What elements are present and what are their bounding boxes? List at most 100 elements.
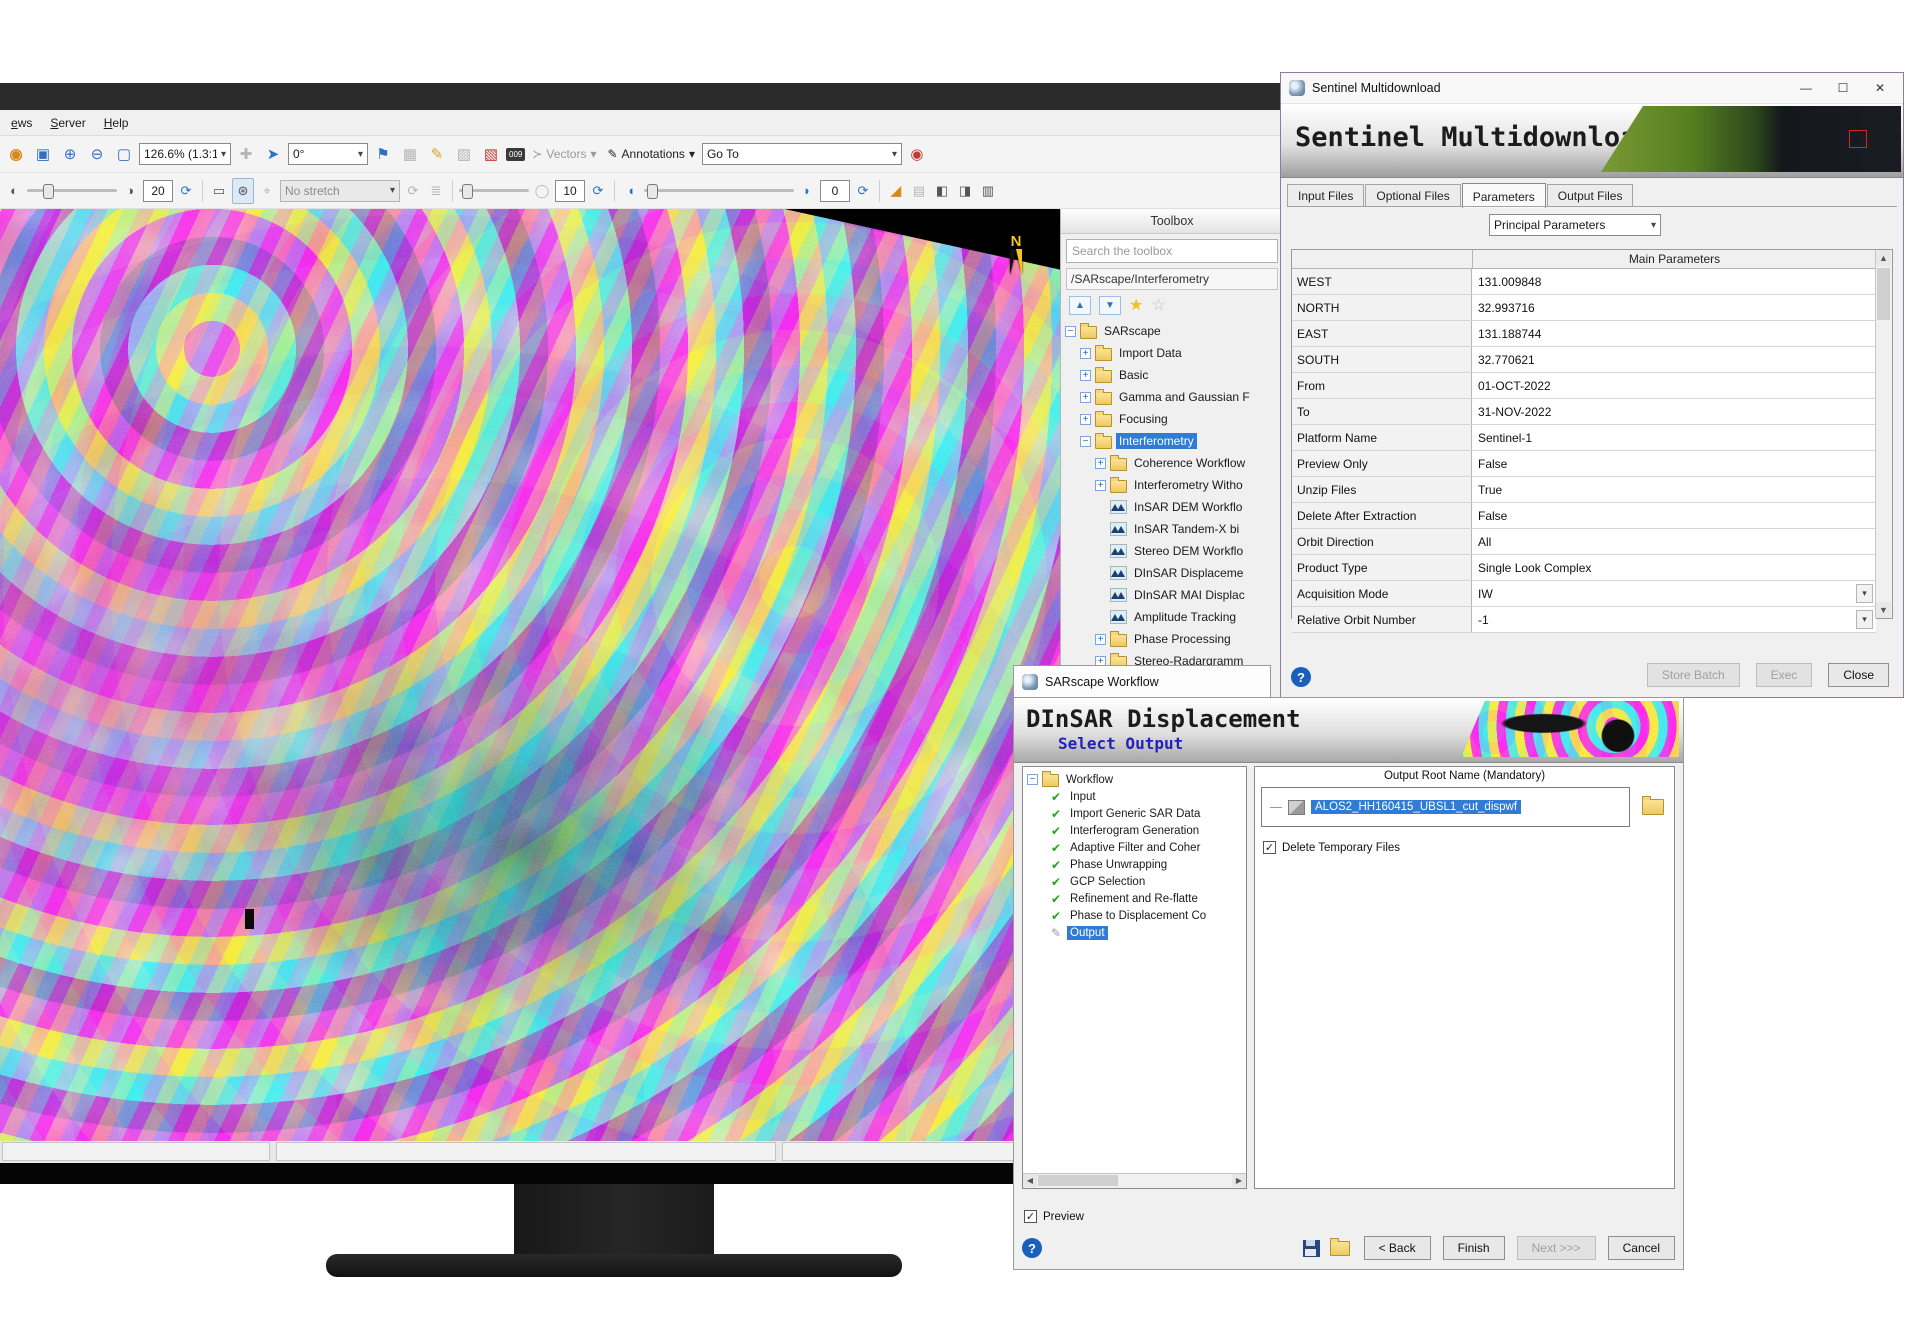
dialog-button[interactable]: Cancel [1608,1236,1675,1260]
transparency-input[interactable]: 0 [820,180,850,202]
brightness-reset-icon[interactable]: ⟳ [176,179,196,203]
toolbox-tree-item[interactable]: + Focusing [1061,408,1283,430]
parameter-value-cell[interactable]: All [1472,529,1876,554]
steps-horizontal-scrollbar[interactable]: ◀ ▶ [1023,1173,1246,1188]
transparency-reset-icon[interactable]: ⟳ [853,179,873,203]
toolbox-tree-item[interactable]: + Phase Processing [1061,628,1283,650]
table-scrollbar[interactable]: ▲ ▼ [1875,250,1892,618]
collapse-all-button[interactable]: ▲ [1069,296,1091,315]
workflow-step-item[interactable]: ✔ Interferogram Generation [1027,822,1246,839]
unfavorite-star-icon[interactable]: ☆ [1151,298,1165,314]
parameter-value-cell[interactable]: Sentinel-1 [1472,425,1876,450]
transparency-slider[interactable] [644,189,794,192]
scrollbar-thumb[interactable] [1038,1175,1118,1186]
tree-expander-icon[interactable]: + [1080,414,1091,425]
sharpen-slider[interactable] [459,189,529,192]
parameter-value-cell[interactable]: 31-NOV-2022 [1472,399,1876,424]
toolbox-tree-item[interactable]: − Interferometry [1061,430,1283,452]
tree-expander-icon[interactable]: − [1080,436,1091,447]
tree-expander-icon[interactable]: − [1065,326,1076,337]
fly-icon[interactable]: ➤ [261,142,285,166]
preview-row[interactable]: ✓ Preview [1024,1210,1084,1223]
tree-expander-icon[interactable]: − [1027,774,1038,785]
toolbox-path[interactable]: /SARscape/Interferometry [1066,268,1278,290]
stretch-region-icon[interactable]: ▭ [209,179,229,203]
workflow-step-item[interactable]: ✔ Phase Unwrapping [1027,856,1246,873]
toolbox-search-input[interactable]: Search the toolbox [1066,239,1278,263]
rotation-combo[interactable]: 0° ▾ [288,143,368,165]
toolbox-tree-item[interactable]: + Interferometry Witho [1061,474,1283,496]
toolbox-tree-item[interactable]: Amplitude Tracking [1061,606,1283,628]
zoom-out-icon[interactable]: ⊖ [85,142,109,166]
tree-expander-icon[interactable]: + [1095,634,1106,645]
favorite-star-icon[interactable]: ★ [1129,298,1143,314]
parameter-value-cell[interactable]: 32.770621 [1472,347,1876,372]
parameter-value-cell[interactable]: True [1472,477,1876,502]
workflow-step-item[interactable]: ✔ Phase to Displacement Co [1027,907,1246,924]
parameter-value-cell[interactable]: IW ▾ [1472,581,1876,606]
tab[interactable]: Optional Files [1365,184,1460,207]
toolbox-tree-item[interactable]: + Coherence Workflow [1061,452,1283,474]
menu-item[interactable]: Server [41,113,94,133]
tree-expander-icon[interactable]: + [1095,458,1106,469]
toolbox-tree-item[interactable]: InSAR DEM Workflo [1061,496,1283,518]
sharpen-input[interactable]: 10 [555,180,585,202]
layout-grid-icon[interactable]: ▥ [978,179,998,203]
color-ramp-icon[interactable]: ◢ [886,179,906,203]
workflow-step-item[interactable]: ✔ Import Generic SAR Data [1027,805,1246,822]
expand-all-button[interactable]: ▼ [1099,296,1121,315]
measure-icon[interactable]: ✎ [425,142,449,166]
dropdown-arrow-icon[interactable]: ▾ [1856,610,1873,629]
menu-item[interactable]: Help [95,113,138,133]
annotations-dropdown[interactable]: ✎ Annotations ▾ [603,147,698,161]
image-display-area[interactable]: N [0,209,1060,1141]
tab[interactable]: Input Files [1287,184,1364,207]
toolbox-tree-item[interactable]: DInSAR Displaceme [1061,562,1283,584]
toolbox-tree-item[interactable]: + Basic [1061,364,1283,386]
dropdown-arrow-icon[interactable]: ▾ [1856,584,1873,603]
tree-expander-icon[interactable]: + [1080,370,1091,381]
sentinel-titlebar[interactable]: Sentinel Multidownload — ☐ ✕ [1281,73,1903,104]
tree-expander-icon[interactable]: + [1080,392,1091,403]
vectors-dropdown[interactable]: ≻ Vectors ▾ [528,147,600,161]
toolbox-tree-item[interactable]: DInSAR MAI Displac [1061,584,1283,606]
workflow-step-item[interactable]: ✔ Adaptive Filter and Coher [1027,839,1246,856]
image-icon[interactable]: ▤ [909,179,929,203]
dialog-button[interactable]: Finish [1443,1236,1505,1260]
toolbox-tree-item[interactable]: + Gamma and Gaussian F [1061,386,1283,408]
parameter-value-cell[interactable]: False [1472,451,1876,476]
parameter-value-cell[interactable]: 131.009848 [1472,269,1876,294]
minimize-button[interactable]: — [1791,81,1821,95]
stretch-reset-icon[interactable]: ⟳ [403,179,423,203]
zoom-level-combo[interactable]: 126.6% (1.3:1) ▾ [139,143,231,165]
brightness-slider[interactable] [27,189,117,192]
zoom-select-icon[interactable]: ▢ [112,142,136,166]
parameter-value-cell[interactable]: 01-OCT-2022 [1472,373,1876,398]
coordinate-badge-icon[interactable]: 009 [506,148,525,161]
tab[interactable]: Parameters [1462,183,1546,208]
scroll-down-icon[interactable]: ▼ [1876,602,1891,618]
scroll-up-icon[interactable]: ▲ [1876,250,1891,266]
scrollbar-thumb[interactable] [1877,268,1890,320]
tree-expander-icon[interactable]: + [1095,480,1106,491]
parameter-value-cell[interactable]: Single Look Complex [1472,555,1876,580]
crosshair-icon[interactable]: ⌖ [257,179,277,203]
grid-icon[interactable]: ▨ [452,142,476,166]
layout-single-icon[interactable]: ◧ [932,179,952,203]
stretch-combo[interactable]: No stretch ▾ [280,180,400,202]
layout-split-icon[interactable]: ◨ [955,179,975,203]
workflow-step-item[interactable]: ✔ Input [1027,788,1246,805]
scroll-right-icon[interactable]: ▶ [1232,1174,1246,1187]
workflow-step-item[interactable]: ✔ GCP Selection [1027,873,1246,890]
workflow-step-item[interactable]: ✔ Refinement and Re-flatte [1027,890,1246,907]
workflow-step-item[interactable]: ✎ Output [1027,924,1246,941]
scroll-left-icon[interactable]: ◀ [1023,1174,1037,1187]
goto-combo[interactable]: Go To ▾ [702,143,902,165]
zoom-in-icon[interactable]: ⊕ [58,142,82,166]
toolbox-tree-item[interactable]: − SARscape [1061,320,1283,342]
app-icon[interactable]: ◉ [4,142,28,166]
output-root-name-input[interactable]: ALOS2_HH160415_UBSL1_cut_dispwf [1311,800,1521,814]
parameter-value-cell[interactable]: -1 ▾ [1472,607,1876,632]
menu-item[interactable]: ews [2,113,41,133]
maximize-button[interactable]: ☐ [1828,81,1858,95]
